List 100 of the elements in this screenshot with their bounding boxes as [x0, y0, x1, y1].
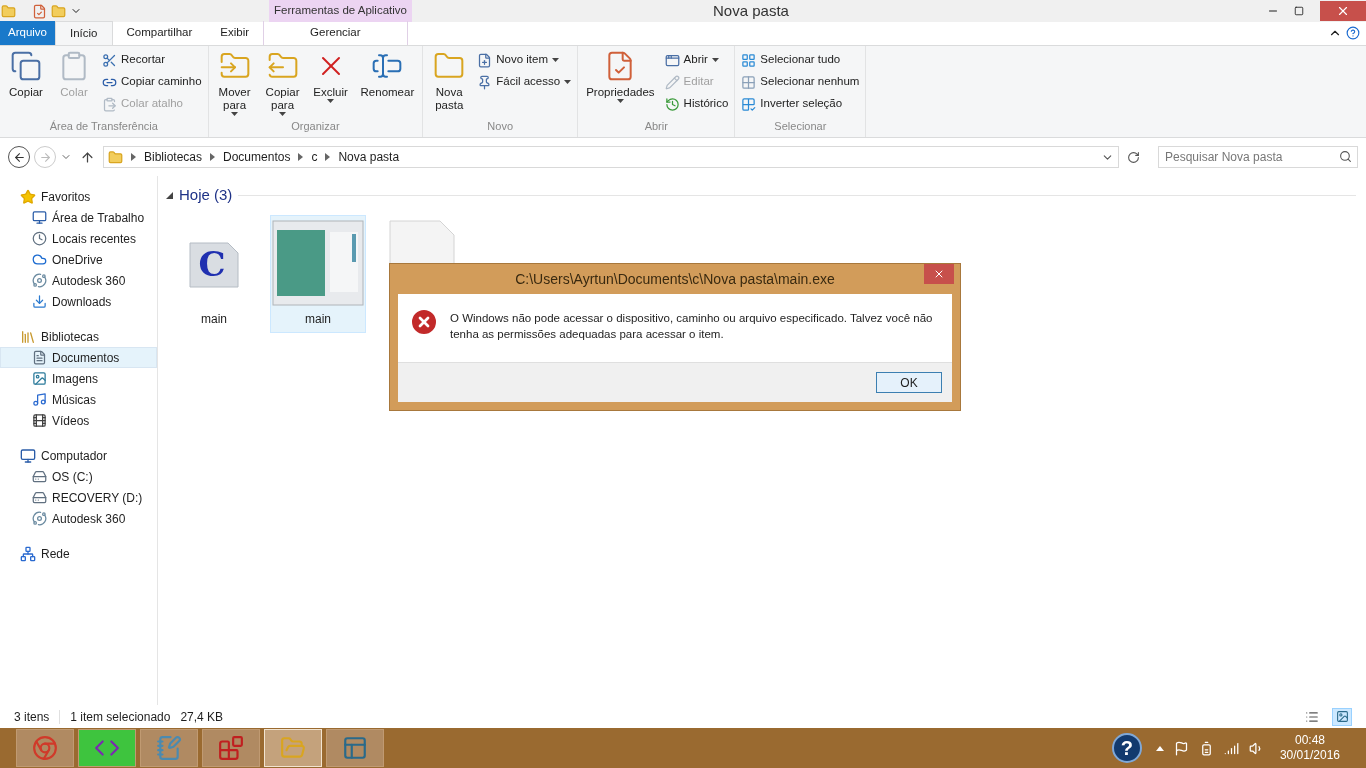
ribbon-button[interactable]: Selecionar tudo — [739, 50, 862, 70]
ribbon-button[interactable]: Mover para — [212, 50, 257, 118]
library-icon — [20, 328, 36, 345]
tray-caret-icon[interactable] — [1155, 745, 1164, 751]
ribbon-button[interactable]: Nova pasta — [427, 50, 472, 118]
taskbar-button[interactable] — [326, 729, 384, 767]
ribbon-button[interactable]: Copiar — [4, 50, 48, 118]
breadcrumb-item[interactable]: Nova pasta — [338, 148, 400, 166]
breadcrumb-item[interactable]: Documentos — [223, 148, 291, 166]
list-icon — [1305, 709, 1319, 724]
ribbon-button[interactable]: Renomear — [356, 50, 419, 118]
chevron-icon — [131, 153, 136, 161]
paste-shortcut-icon — [102, 96, 117, 112]
nav-section[interactable]: Computador — [0, 445, 157, 466]
ribbon-button[interactable]: Abrir — [662, 50, 731, 70]
nav-item[interactable]: Autodesk 360 — [0, 270, 157, 291]
address-field[interactable]: Bibliotecas Documentos c Nova pasta — [103, 146, 1119, 168]
breadcrumb-item[interactable]: c — [311, 148, 318, 166]
folder-icon — [108, 149, 123, 165]
caret-icon — [327, 99, 335, 103]
ribbon-tab[interactable]: Compartilhar — [112, 21, 207, 45]
nav-item[interactable]: Imagens — [0, 368, 157, 389]
nav-section[interactable]: Bibliotecas — [0, 326, 157, 347]
nav-item[interactable]: Área de Trabalho — [0, 207, 157, 228]
breadcrumb-item[interactable]: Bibliotecas — [144, 148, 203, 166]
nav-item[interactable]: RECOVERY (D:) — [0, 487, 157, 508]
close-icon — [933, 268, 945, 280]
file-tile[interactable]: C main — [166, 214, 262, 333]
star-icon — [20, 188, 36, 205]
nav-item[interactable]: Músicas — [0, 389, 157, 410]
caret-icon — [552, 58, 560, 62]
help-button[interactable]: ? — [1111, 733, 1142, 763]
nav-item[interactable]: Downloads — [0, 291, 157, 312]
ribbon-button[interactable]: Copiar caminho — [100, 72, 204, 92]
file-name: main — [201, 310, 227, 328]
ribbon-tab[interactable]: Início — [55, 21, 113, 45]
nav-item[interactable]: OneDrive — [0, 249, 157, 270]
ribbon-tab[interactable]: Gerenciar — [263, 21, 408, 45]
nav-section[interactable]: Rede — [0, 543, 157, 564]
clock[interactable]: 00:48 30/01/2016 — [1279, 733, 1340, 763]
history-icon — [664, 96, 680, 112]
ok-button[interactable]: OK — [876, 372, 942, 393]
caret-icon — [564, 80, 572, 84]
ribbon-tab[interactable]: Exibir — [206, 21, 264, 45]
desktop-icon — [32, 210, 47, 225]
chevron-icon — [298, 153, 304, 161]
help-icon[interactable] — [1346, 26, 1360, 40]
group-header[interactable]: Hoje (3) — [179, 184, 233, 207]
browser-icon — [32, 735, 58, 761]
blocks-icon — [218, 735, 244, 761]
ribbon-button[interactable]: Fácil acesso — [475, 72, 574, 92]
ribbon-button[interactable]: Novo item — [475, 50, 574, 70]
ribbon-button[interactable]: Copiar para — [260, 50, 305, 118]
folder-icon — [51, 3, 66, 19]
forward-arrow-icon — [38, 150, 52, 164]
notepad-icon — [156, 735, 182, 761]
group-label: Área de Transferência — [48, 118, 159, 134]
context-tab-header: Ferramentas de Aplicativo — [269, 0, 412, 22]
ribbon-button[interactable]: Excluir — [308, 50, 353, 118]
up-icon[interactable] — [80, 149, 95, 165]
nav-item[interactable]: Vídeos — [0, 410, 157, 431]
ribbon-button[interactable]: Recortar — [100, 50, 204, 70]
large-icons-view-button[interactable] — [1332, 707, 1352, 726]
ribbon-button[interactable]: Inverter seleção — [739, 94, 862, 114]
folder-icon — [1, 3, 16, 19]
ribbon-tab[interactable]: Arquivo — [0, 21, 55, 45]
collapse-triangle-icon[interactable] — [166, 191, 173, 199]
ribbon-button[interactable]: Selecionar nenhum — [739, 72, 862, 92]
nav-item[interactable]: Documentos — [0, 347, 157, 368]
file-tile[interactable]: main — [270, 214, 366, 333]
edit-icon — [664, 74, 680, 90]
taskbar-button[interactable] — [78, 729, 136, 767]
maximize-icon — [1294, 6, 1304, 16]
drive-icon — [32, 490, 47, 505]
signal-icon[interactable] — [1223, 740, 1239, 756]
nav-section[interactable]: Favoritos — [0, 186, 157, 207]
nav-item[interactable]: Autodesk 360 — [0, 508, 157, 529]
document-icon — [32, 350, 47, 365]
program-window-icon — [272, 219, 364, 306]
film-icon — [32, 413, 47, 428]
error-message: O Windows não pode acessar o dispositivo, caminho ou arquivo especificado. Talvez você não tenha as permissões adequadas para acessar o item. — [450, 311, 934, 342]
taskbar-button[interactable] — [202, 729, 260, 767]
music-icon — [32, 392, 47, 407]
refresh-icon[interactable] — [1127, 150, 1140, 164]
pin-icon — [477, 74, 493, 90]
nav-item[interactable]: OS (C:) — [0, 466, 157, 487]
search-icon[interactable] — [1339, 150, 1352, 163]
scissors-icon — [102, 52, 117, 68]
image-icon — [32, 371, 47, 386]
flag-icon[interactable] — [1173, 740, 1189, 756]
ribbon-button[interactable]: Propriedades — [582, 50, 659, 118]
caret-icon — [231, 112, 239, 116]
nav-item[interactable]: Locais recentes — [0, 228, 157, 249]
file-name: main — [305, 310, 331, 328]
dialog-title: C:\Users\Ayrtun\Documents\c\Nova pasta\main.exe — [515, 269, 835, 289]
window-icon — [342, 735, 368, 761]
ribbon-button[interactable]: Histórico — [662, 94, 731, 114]
group-label: Abrir — [643, 118, 669, 134]
caret-icon — [616, 99, 624, 103]
search-field[interactable]: Pesquisar Nova pasta — [1158, 146, 1358, 168]
